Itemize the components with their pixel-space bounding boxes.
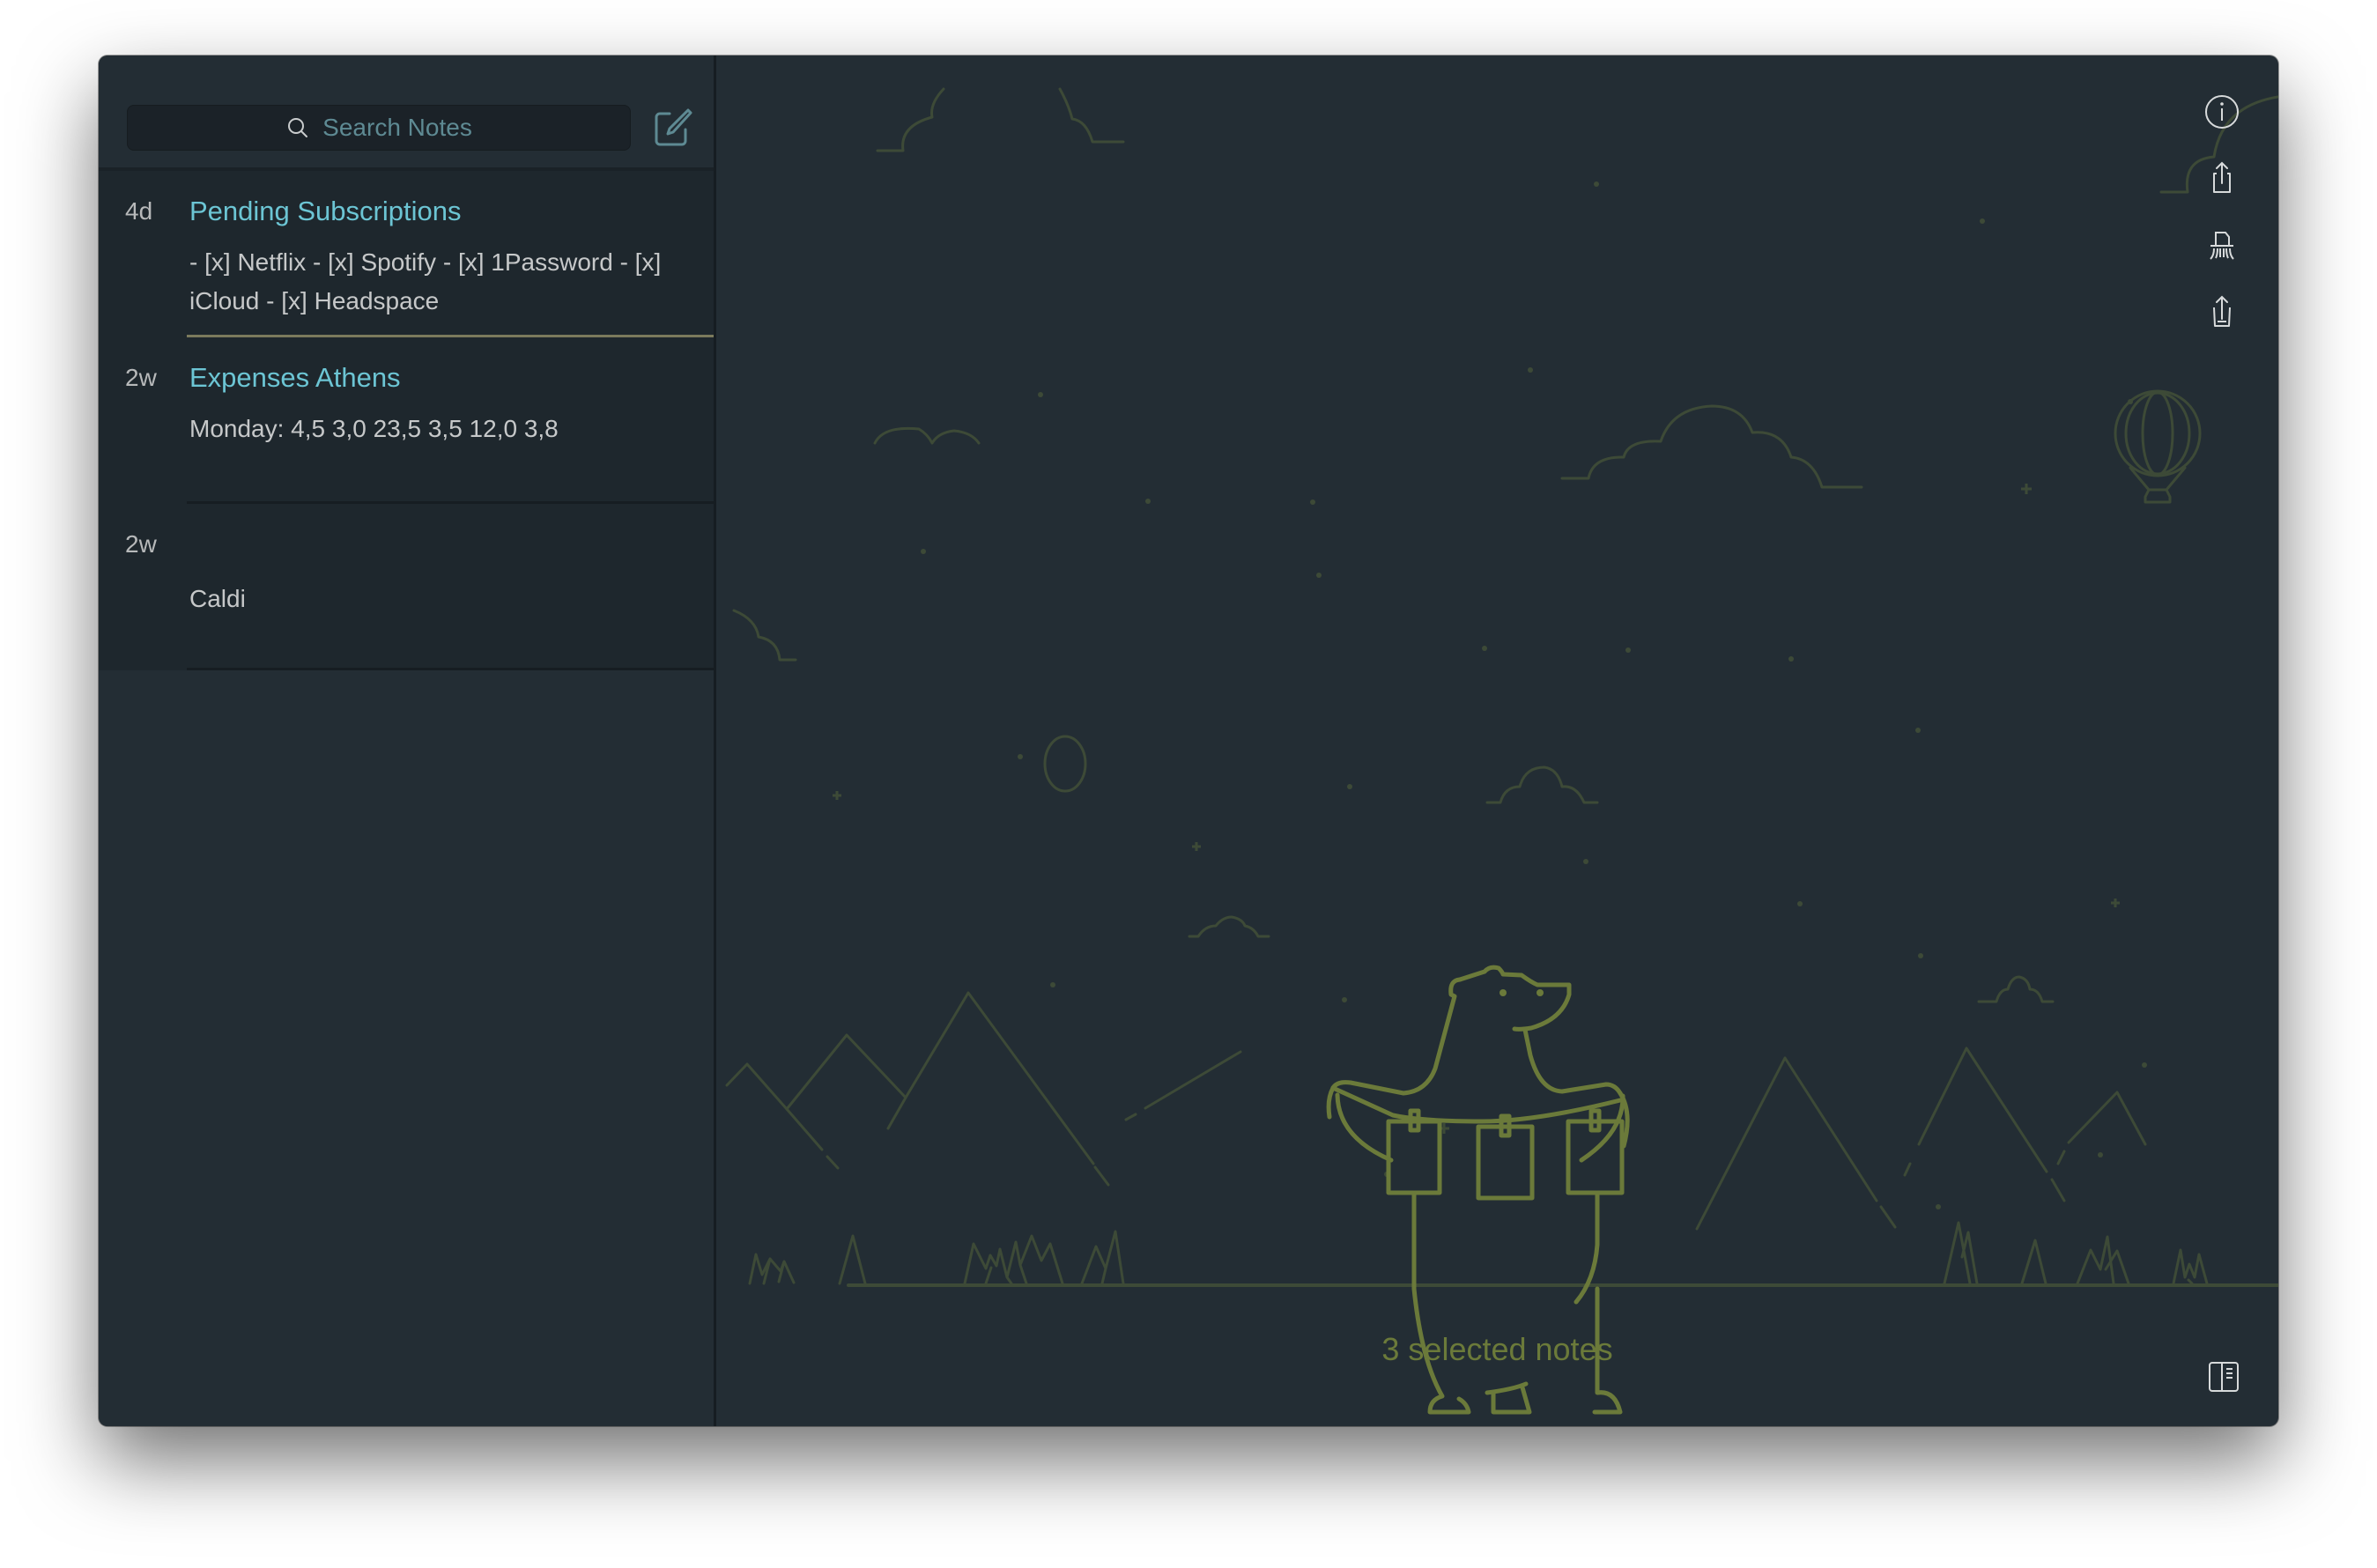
- note-actions-toolbar: [2196, 85, 2248, 353]
- note-age: 2w: [125, 364, 157, 391]
- cloud-decoration: [876, 87, 945, 152]
- cloud-decoration: [1560, 404, 1863, 489]
- tree-decoration: [748, 1253, 796, 1285]
- delete-button[interactable]: [2196, 219, 2248, 272]
- selection-status: 3 selected notes: [1381, 1331, 1613, 1367]
- tree-decoration: [2172, 1248, 2209, 1285]
- note-item[interactable]: 2w Caldi: [99, 504, 714, 670]
- mountain-decoration: [785, 1107, 840, 1170]
- cloud-decoration: [1485, 766, 1599, 804]
- tree-decoration: [2020, 1239, 2047, 1285]
- tree-decoration: [963, 1234, 1064, 1285]
- mountain-decoration: [1093, 1165, 1110, 1187]
- hot-air-balloon-decoration: [2114, 389, 2202, 504]
- note-age: 2w: [125, 530, 157, 558]
- note-item[interactable]: 2w Expenses Athens Monday: 4,5 3,0 23,5 …: [99, 337, 714, 504]
- mountain-decoration: [1124, 1050, 1242, 1121]
- mountain-decoration: [1903, 1162, 1912, 1177]
- notes-list-header: Search Notes: [99, 55, 714, 171]
- moon-decoration: [1043, 735, 1087, 793]
- editor-panel: 3 selected notes: [716, 55, 2278, 1426]
- bear-eyes: [1500, 989, 1544, 996]
- note-list: 4d Pending Subscriptions - [x] Netflix -…: [99, 171, 714, 670]
- share-icon: [2213, 161, 2231, 193]
- bird-decoration: [873, 426, 981, 445]
- cloud-decoration: [1977, 975, 2055, 1003]
- note-item[interactable]: 4d Pending Subscriptions - [x] Netflix -…: [99, 171, 714, 337]
- search-placeholder: Search Notes: [322, 114, 472, 141]
- stars-decoration: [833, 181, 2147, 1209]
- notes-list-panel: Search Notes 4d Pending Subscriptions - …: [99, 55, 716, 1426]
- mountain-decoration: [886, 1096, 907, 1130]
- mountain-decoration: [1917, 1047, 2066, 1202]
- empty-state-illustration: [725, 87, 2278, 1415]
- mountain-decoration: [725, 991, 1095, 1165]
- note-preview: Monday: 4,5 3,0 23,5 3,5 12,0 3,8: [189, 415, 559, 442]
- search-input[interactable]: Search Notes: [127, 105, 631, 151]
- note-age: 4d: [125, 197, 153, 225]
- shredder-icon: [2210, 232, 2234, 260]
- note-divider: [187, 668, 714, 670]
- tree-decoration: [838, 1234, 867, 1285]
- mountain-decoration: [1695, 1056, 1897, 1231]
- cloud-decoration: [1058, 87, 1125, 144]
- note-title: Pending Subscriptions: [189, 196, 462, 226]
- search-icon: [288, 118, 308, 137]
- tree-decoration: [1080, 1230, 1125, 1285]
- info-button[interactable]: [2196, 85, 2248, 138]
- note-title: Expenses Athens: [189, 362, 401, 393]
- share-button[interactable]: [2196, 152, 2248, 205]
- sidebar-toggle-icon[interactable]: [2204, 1357, 2243, 1396]
- cloud-decoration: [1188, 915, 1270, 938]
- note-preview: Caldi: [189, 585, 246, 612]
- compose-icon[interactable]: [652, 107, 694, 149]
- export-icon: [2213, 295, 2231, 327]
- tree-decoration: [2076, 1235, 2130, 1285]
- export-button[interactable]: [2196, 286, 2248, 339]
- app-window: Search Notes 4d Pending Subscriptions - …: [99, 55, 2278, 1426]
- note-preview: - [x] Netflix - [x] Spotify - [x] 1Passw…: [189, 248, 662, 314]
- info-icon: [2205, 95, 2239, 129]
- cloud-decoration: [732, 609, 797, 662]
- tree-decoration: [1943, 1221, 1979, 1285]
